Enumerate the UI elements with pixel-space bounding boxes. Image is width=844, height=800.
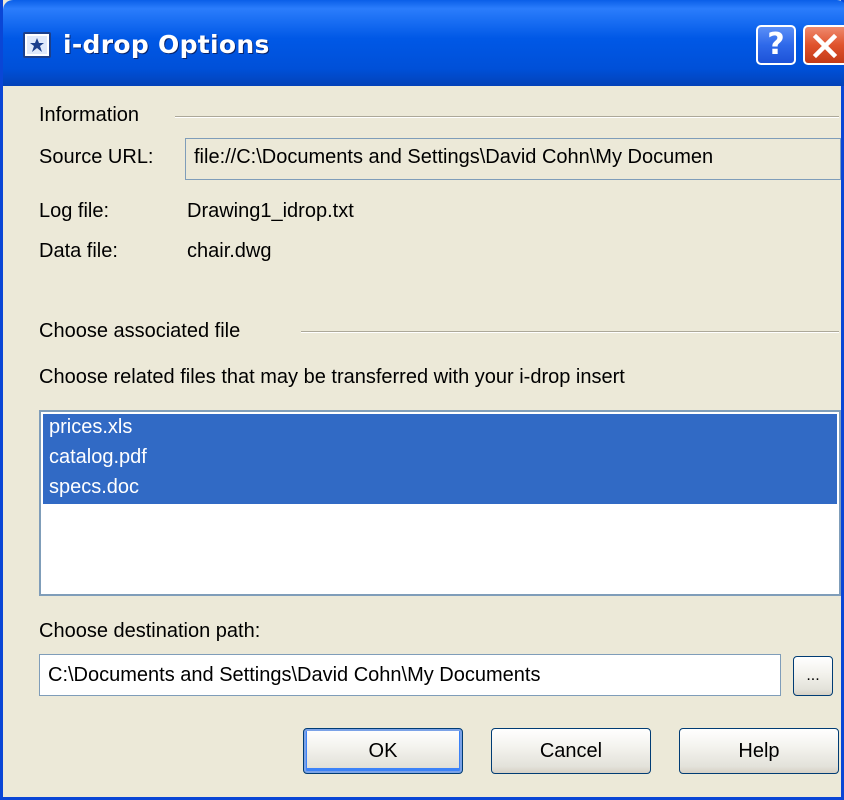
list-item[interactable]: catalog.pdf (43, 444, 837, 474)
close-icon[interactable] (803, 25, 844, 65)
window-title: i-drop Options (63, 30, 270, 59)
source-url-field[interactable]: file://C:\Documents and Settings\David C… (185, 138, 841, 180)
information-divider (175, 116, 839, 118)
idrop-app-icon (23, 32, 51, 58)
list-item[interactable]: prices.xls (43, 414, 837, 444)
help-button[interactable]: Help (679, 728, 839, 774)
browse-button[interactable]: ... (793, 656, 833, 696)
information-group-label: Information (39, 104, 140, 126)
log-file-label: Log file: (39, 200, 110, 222)
data-file-value: chair.dwg (187, 240, 272, 262)
cancel-button[interactable]: Cancel (491, 728, 651, 774)
associated-group-label: Choose associated file (39, 320, 241, 342)
destination-label: Choose destination path: (39, 620, 261, 642)
source-url-label: Source URL: (39, 146, 154, 168)
list-item[interactable]: specs.doc (43, 474, 837, 504)
associated-divider (301, 331, 839, 333)
destination-path-input[interactable] (39, 654, 781, 696)
associated-instruction: Choose related files that may be transfe… (39, 366, 625, 388)
log-file-value: Drawing1_idrop.txt (187, 200, 354, 222)
associated-files-listbox[interactable]: prices.xls catalog.pdf specs.doc (39, 410, 841, 596)
title-bar[interactable]: i-drop Options ? (3, 0, 844, 86)
data-file-label: Data file: (39, 240, 118, 262)
question-icon[interactable]: ? (756, 25, 796, 65)
idrop-options-dialog: i-drop Options ? Information Source URL:… (0, 0, 844, 800)
ok-button[interactable]: OK (303, 728, 463, 774)
